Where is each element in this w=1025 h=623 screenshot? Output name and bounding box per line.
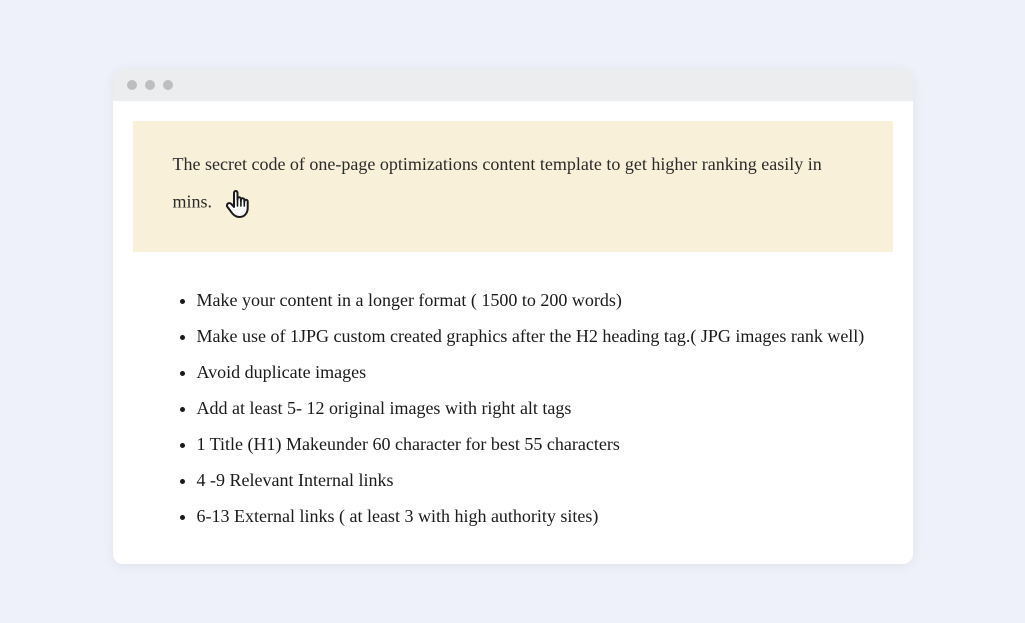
list-item: Add at least 5- 12 original images with …: [197, 390, 873, 426]
headline-banner: The secret code of one-page optimization…: [133, 121, 893, 252]
list-item: Avoid duplicate images: [197, 354, 873, 390]
list-item: 4 -9 Relevant Internal links: [197, 462, 873, 498]
window-dot: [145, 80, 155, 90]
window-title-bar: [113, 69, 913, 101]
content-area: The secret code of one-page optimization…: [113, 121, 913, 564]
list-item: 1 Title (H1) Makeunder 60 character for …: [197, 426, 873, 462]
window-dot: [163, 80, 173, 90]
tips-section: Make your content in a longer format ( 1…: [113, 252, 913, 564]
headline-text: The secret code of one-page optimization…: [173, 154, 822, 212]
browser-window: The secret code of one-page optimization…: [113, 69, 913, 564]
window-dot: [127, 80, 137, 90]
tips-list: Make your content in a longer format ( 1…: [173, 282, 873, 534]
hand-cursor-icon: [221, 187, 255, 232]
list-item: Make your content in a longer format ( 1…: [197, 282, 873, 318]
list-item: Make use of 1JPG custom created graphics…: [197, 318, 873, 354]
list-item: 6-13 External links ( at least 3 with hi…: [197, 498, 873, 534]
